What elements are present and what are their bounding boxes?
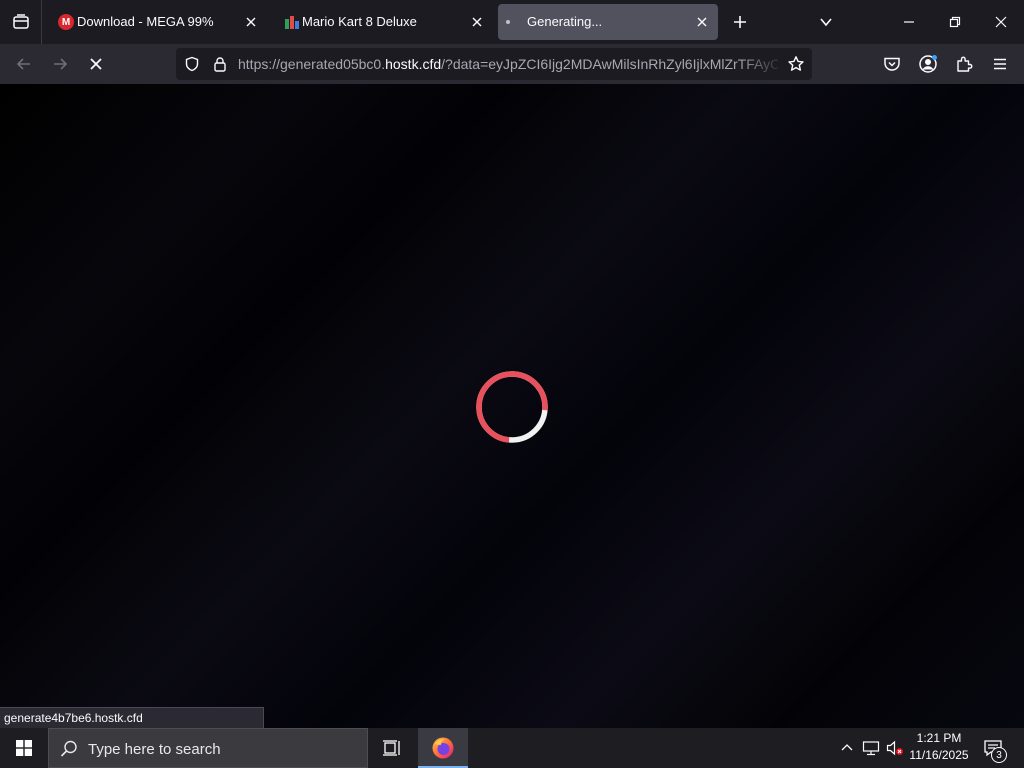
stop-icon: [90, 58, 102, 70]
page-content: [0, 84, 1024, 728]
tracking-shield-icon[interactable]: [184, 56, 200, 72]
firefox-icon: [432, 737, 454, 759]
account-icon: [919, 55, 937, 73]
tab-title: Download - MEGA 99%: [77, 14, 214, 29]
url-prefix: https://generated05bc0.: [238, 56, 386, 72]
network-button[interactable]: [860, 728, 882, 768]
pocket-icon: [884, 57, 900, 71]
arrow-right-icon: [54, 58, 68, 70]
plus-icon: [734, 16, 746, 28]
link-status-panel: generate4b7be6.hostk.cfd: [0, 707, 264, 728]
taskbar-firefox-button[interactable]: [418, 728, 468, 768]
url-text[interactable]: https://generated05bc0.hostk.cfd/?data=e…: [238, 56, 778, 72]
windows-logo-icon: [16, 740, 32, 756]
restore-button[interactable]: [932, 0, 978, 44]
hamburger-menu-icon: [994, 58, 1006, 70]
tab-mario-kart[interactable]: Mario Kart 8 Deluxe: [272, 4, 494, 40]
pocket-button[interactable]: [876, 48, 908, 80]
task-view-button[interactable]: [370, 728, 414, 768]
system-clock[interactable]: 1:21 PM 11/16/2025: [904, 730, 974, 766]
network-icon: [862, 741, 880, 756]
tab-strip: M Download - MEGA 99% Mario Kart 8 Delux…: [0, 0, 1024, 44]
list-all-tabs-button[interactable]: [812, 8, 840, 36]
star-icon: [788, 56, 804, 71]
loading-dot-icon: [506, 20, 510, 24]
account-button[interactable]: [912, 48, 944, 80]
volume-button[interactable]: [884, 728, 906, 768]
extensions-button[interactable]: [948, 48, 980, 80]
mario-kart-icon: [285, 16, 299, 29]
navigation-toolbar: https://generated05bc0.hostk.cfd/?data=e…: [0, 44, 1024, 84]
url-host: hostk.cfd: [385, 56, 442, 72]
clock-time: 1:21 PM: [916, 731, 962, 745]
firefox-view-icon: [12, 14, 29, 29]
minimize-button[interactable]: [886, 0, 932, 44]
mega-logo-icon: M: [58, 14, 74, 30]
search-placeholder: Type here to search: [88, 741, 221, 758]
tab-generating[interactable]: Generating...: [498, 4, 718, 40]
notification-count-badge: 3: [991, 747, 1007, 763]
screen: M Download - MEGA 99% Mario Kart 8 Delux…: [0, 0, 1024, 768]
close-window-button[interactable]: [978, 0, 1024, 44]
puzzle-icon: [957, 56, 973, 72]
url-path: /?data=eyJpZCI6Ijg2MDAwMilsInRhZyl6IjlxM…: [441, 56, 778, 72]
close-tab-icon[interactable]: [693, 13, 711, 31]
close-tab-icon[interactable]: [242, 13, 260, 31]
close-icon: [995, 16, 1007, 28]
windows-taskbar: Type here to search 1:21 PM 11/16/2025 3: [0, 728, 1024, 768]
start-button[interactable]: [0, 728, 48, 768]
restore-icon: [949, 16, 961, 28]
stop-loading-button[interactable]: [80, 48, 112, 80]
tab-title: Mario Kart 8 Deluxe: [302, 14, 417, 29]
chevron-down-icon: [820, 18, 832, 27]
task-view-icon: [383, 740, 400, 756]
address-bar[interactable]: https://generated05bc0.hostk.cfd/?data=e…: [176, 48, 812, 80]
minimize-icon: [904, 21, 914, 23]
search-icon: [60, 740, 77, 757]
new-tab-button[interactable]: [726, 8, 754, 36]
arrow-left-icon: [16, 58, 30, 70]
show-hidden-icons-button[interactable]: [836, 728, 858, 768]
back-button[interactable]: [8, 48, 40, 80]
tab-mega-download[interactable]: M Download - MEGA 99%: [46, 4, 268, 40]
loading-spinner-icon: [476, 371, 548, 443]
bookmark-star-button[interactable]: [784, 52, 808, 76]
url-fade: [736, 48, 786, 80]
close-tab-icon[interactable]: [468, 13, 486, 31]
tab-title: Generating...: [527, 14, 603, 29]
speaker-muted-icon: [886, 740, 903, 756]
taskbar-search-box[interactable]: Type here to search: [48, 728, 368, 768]
clock-date: 11/16/2025: [909, 748, 969, 762]
forward-button[interactable]: [44, 48, 76, 80]
firefox-view-button[interactable]: [0, 0, 42, 44]
lock-icon[interactable]: [212, 56, 228, 72]
menu-button[interactable]: [984, 48, 1016, 80]
chevron-up-icon: [841, 744, 853, 751]
